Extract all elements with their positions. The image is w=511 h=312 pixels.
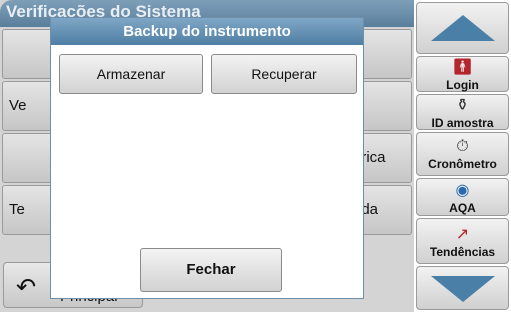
timer-label: Cronômetro	[428, 157, 497, 171]
person-icon: 🚹︎	[452, 59, 473, 76]
timer-icon: ⏱	[456, 138, 469, 155]
aqa-button[interactable]: ◉ AQA	[416, 178, 509, 216]
timer-button[interactable]: ⏱ Cronômetro	[416, 132, 509, 176]
up-arrow-icon	[430, 15, 495, 41]
aqa-icon: ◉	[455, 182, 470, 199]
login-button[interactable]: 🚹︎ Login	[416, 56, 509, 92]
close-button[interactable]: Fechar	[140, 248, 282, 292]
trends-label: Tendências	[429, 245, 496, 259]
row-label-left: Te	[9, 201, 25, 218]
trends-button[interactable]: ↗ Tendências	[416, 218, 509, 264]
scroll-down-button[interactable]	[416, 266, 509, 310]
down-arrow-icon	[430, 276, 495, 302]
sample-vial-icon: ⚱	[455, 97, 470, 114]
right-sidebar: 🚹︎ Login ⚱ ID amostra ⏱ Cronômetro ◉ AQA…	[414, 0, 511, 312]
trend-chart-icon: ↗	[455, 226, 470, 243]
row-label-left: Ve	[9, 97, 27, 114]
aqa-label: AQA	[449, 201, 476, 215]
scroll-up-button[interactable]	[416, 2, 509, 54]
restore-button[interactable]: Recuperar	[211, 54, 357, 94]
back-arrow-icon: ↶	[16, 274, 37, 301]
login-label: Login	[446, 78, 479, 92]
store-button[interactable]: Armazenar	[59, 54, 203, 94]
dialog-title: Backup do instrumento	[51, 18, 363, 45]
sample-id-button[interactable]: ⚱ ID amostra	[416, 94, 509, 130]
instrument-backup-dialog: Backup do instrumento Armazenar Recupera…	[50, 17, 364, 299]
sample-id-label: ID amostra	[431, 116, 494, 130]
